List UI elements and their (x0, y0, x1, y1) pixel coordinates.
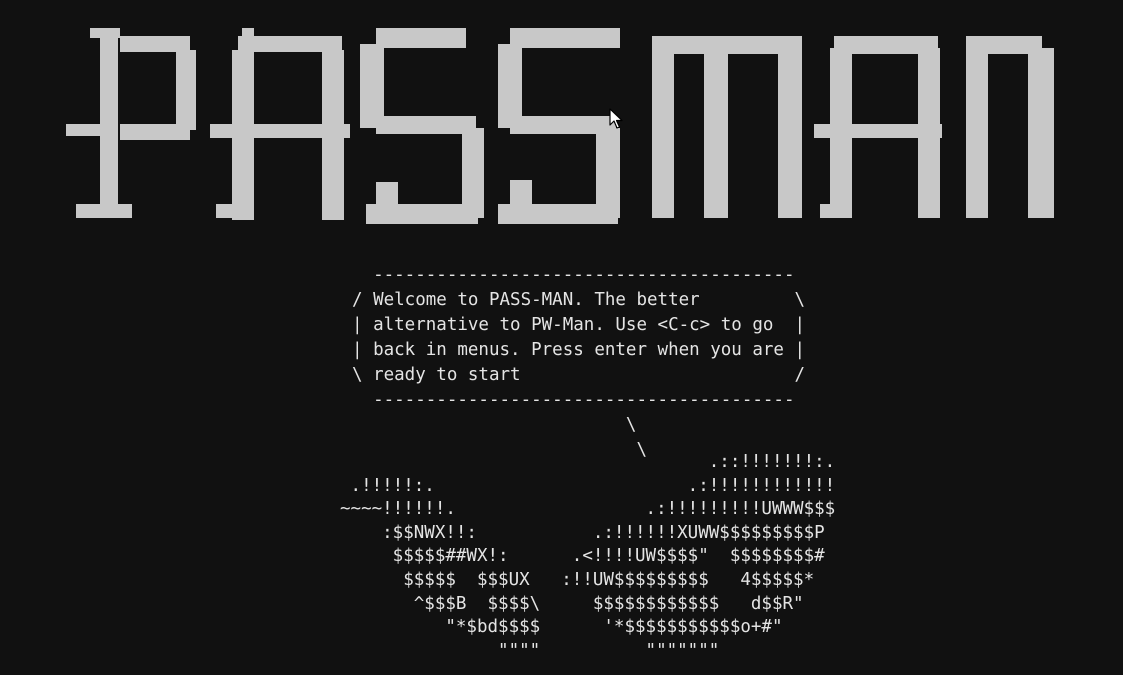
art-line: "*$bd$$$$ '*$$$$$$$$$$$o+#" (340, 617, 783, 638)
ascii-art-figure: .::!!!!!!!:. .!!!!!:. .:!!!!!!!!!!!! ~~~… (340, 451, 835, 663)
art-line: .!!!!!:. .:!!!!!!!!!!!! (340, 475, 836, 496)
mouse-pointer-icon (609, 108, 623, 135)
art-line: """" """"""" (340, 640, 720, 661)
art-line: $$$$$##WX!: .<!!!!UW$$$$" $$$$$$$$# (340, 546, 825, 567)
art-line: ~~~~!!!!!!. .:!!!!!!!!!UWWW$$$ (340, 499, 836, 520)
art-line: ^$$$B $$$$\ $$$$$$$$$$$$ d$$R" (340, 593, 804, 614)
speech-line: | back in menus. Press enter when you ar… (352, 340, 806, 360)
welcome-speech-bubble: ----------------------------------------… (352, 263, 805, 463)
banner-letter-s (360, 28, 484, 224)
passman-banner-logo (66, 28, 1058, 228)
speech-line: ---------------------------------------- (352, 390, 795, 410)
speech-line: \ ready to start / (352, 365, 806, 385)
speech-line: ---------------------------------------- (352, 265, 795, 285)
art-line: $$$$$ $$$UX :!!UW$$$$$$$$$ 4$$$$$* (340, 569, 815, 590)
art-line: .::!!!!!!!:. (340, 452, 836, 472)
terminal-window[interactable]: ----------------------------------------… (0, 0, 1123, 675)
speech-line: | alternative to PW-Man. Use <C-c> to go… (352, 315, 806, 335)
banner-letter-m (652, 36, 802, 218)
art-line: :$$NWX!!: .:!!!!!!XUWW$$$$$$$$$P (340, 522, 825, 543)
banner-letter-p (66, 28, 196, 218)
banner-letter-n (966, 36, 1054, 218)
banner-letter-a (210, 28, 350, 220)
speech-line: / Welcome to PASS-MAN. The better \ (352, 290, 806, 310)
speech-line: \ (352, 415, 637, 435)
banner-letter-a-2 (814, 36, 942, 218)
banner-letter-s-2 (498, 28, 620, 224)
